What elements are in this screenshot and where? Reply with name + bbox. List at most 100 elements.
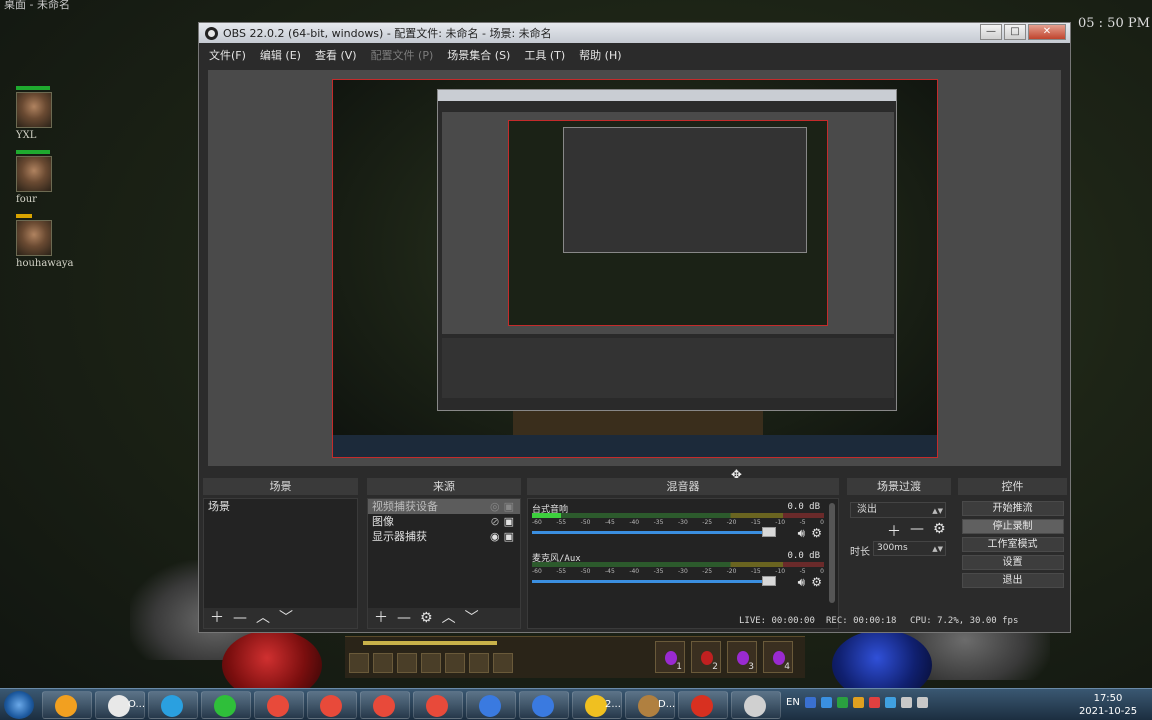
potion-slot[interactable]: 1 [655,641,685,673]
eye-hidden-icon[interactable]: ◎ [490,499,500,514]
party-member[interactable]: houhawaya [14,214,84,278]
party-member[interactable]: YXL [14,86,84,150]
scenes-list[interactable]: 场景 ＋ — ︿ ﹀ [203,498,358,629]
app-icon [426,695,448,717]
app-icon [691,695,713,717]
tray-app-icon[interactable] [868,697,880,708]
lock-icon[interactable]: ▣ [504,514,514,529]
skill-slot[interactable] [445,653,465,673]
stop-recording-button[interactable]: 停止录制 [961,519,1064,534]
menu-profile[interactable]: 配置文件 (P) [371,47,434,63]
channel-gear-icon[interactable]: ⚙ [811,575,822,590]
volume-slider[interactable] [532,580,776,583]
taskbar-app-button[interactable] [360,691,410,719]
obs-window[interactable]: OBS 22.0.2 (64-bit, windows) - 配置文件: 未命名… [198,22,1071,633]
party-member-portrait[interactable] [16,220,52,256]
taskbar-app-button[interactable]: O... [95,691,145,719]
source-item[interactable]: 图像 ⊘ ▣ [368,514,520,529]
app-icon [161,695,183,717]
add-transition-button[interactable]: ＋ [887,521,901,541]
meter-tick-label: -60 [532,568,542,575]
party-member-portrait[interactable] [16,92,52,128]
source-item[interactable]: 视频捕获设备 ◎ ▣ [368,499,520,514]
taskbar-app-button[interactable]: 2... [572,691,622,719]
taskbar-app-button[interactable] [519,691,569,719]
transition-gear-icon[interactable]: ⚙ [933,521,946,541]
skill-slot[interactable] [397,653,417,673]
menu-file[interactable]: 文件(F) [209,47,246,63]
volume-slider-handle[interactable] [762,527,776,537]
language-indicator[interactable]: EN [786,697,800,708]
taskbar-app-button[interactable] [201,691,251,719]
start-streaming-button[interactable]: 开始推流 [961,501,1064,516]
taskbar-app-button[interactable] [148,691,198,719]
close-button[interactable]: ✕ [1028,24,1066,40]
menu-scene-collection[interactable]: 场景集合 (S) [447,47,510,63]
skill-slot[interactable] [349,653,369,673]
speaker-icon[interactable]: 🔊︎ [798,575,806,590]
taskbar-app-button[interactable] [42,691,92,719]
party-member-name: YXL [16,130,37,141]
scene-item[interactable]: 场景 [204,499,357,514]
party-member-portrait[interactable] [16,156,52,192]
eye-icon[interactable]: ◉ [490,529,500,544]
skill-slot[interactable] [373,653,393,673]
app-icon [55,695,77,717]
lock-icon[interactable]: ▣ [504,499,514,514]
security-icon[interactable] [836,697,848,708]
window-title: OBS 22.0.2 (64-bit, windows) - 配置文件: 未命名… [223,27,552,40]
menu-help[interactable]: 帮助 (H) [579,47,621,63]
minimize-button[interactable]: — [980,24,1002,40]
preview-area[interactable] [208,70,1061,466]
mixer-scrollbar[interactable] [829,503,835,603]
menu-edit[interactable]: 编辑 (E) [260,47,301,63]
skill-slot[interactable] [421,653,441,673]
obs-titlebar[interactable]: OBS 22.0.2 (64-bit, windows) - 配置文件: 未命名… [199,23,1070,43]
volume-icon[interactable] [916,697,928,708]
start-button[interactable] [4,691,34,719]
maximize-button[interactable]: □ [1004,24,1026,40]
skill-slot[interactable] [469,653,489,673]
speaker-icon[interactable]: 🔊︎ [798,526,806,541]
lock-icon[interactable]: ▣ [504,529,514,544]
taskbar-app-button[interactable]: D... [625,691,675,719]
tray-app-icon[interactable] [884,697,896,708]
menu-tools[interactable]: 工具 (T) [524,47,565,63]
studio-mode-button[interactable]: 工作室模式 [961,537,1064,552]
taskbar-app-button[interactable] [678,691,728,719]
duration-input[interactable]: 300ms ▲▼ [873,541,946,556]
taskbar-clock[interactable]: 17:50 2021-10-25 [1078,692,1138,718]
taskbar-app-button[interactable] [466,691,516,719]
taskbar-app-button[interactable] [254,691,304,719]
volume-slider[interactable] [532,531,776,534]
app-icon [479,695,501,717]
tray-app-icon[interactable] [852,697,864,708]
settings-button[interactable]: 设置 [961,555,1064,570]
potion-slot[interactable]: 3 [727,641,757,673]
remove-transition-button[interactable]: — [910,521,924,541]
meter-tick-label: -35 [653,568,664,575]
party-panel: YXL four houhawaya [14,86,84,278]
sources-list[interactable]: 视频捕获设备 ◎ ▣ 图像 ⊘ ▣ 显示器捕获 ◉ ▣ ＋ — ⚙ ︿ ﹀ [367,498,521,629]
taskbar-app-button[interactable] [731,691,781,719]
network-icon[interactable] [900,697,912,708]
transition-select[interactable]: 淡出 ▲▼ [850,502,946,518]
party-member[interactable]: four [14,150,84,214]
menu-view[interactable]: 查看 (V) [315,47,357,63]
potion-slot[interactable]: 4 [763,641,793,673]
source-item[interactable]: 显示器捕获 ◉ ▣ [368,529,520,544]
meter-tick-label: -40 [629,519,640,526]
potion-slot[interactable]: 2 [691,641,721,673]
exit-button[interactable]: 退出 [961,573,1064,588]
spinner-icon[interactable]: ▲▼ [932,543,943,556]
help-icon[interactable] [804,697,816,708]
skill-slot[interactable] [493,653,513,673]
chevron-updown-icon: ▲▼ [932,507,943,515]
channel-gear-icon[interactable]: ⚙ [811,526,822,541]
taskbar-app-button[interactable] [307,691,357,719]
volume-slider-handle[interactable] [762,576,776,586]
shield-icon[interactable] [820,697,832,708]
eye-hidden-icon[interactable]: ⊘ [490,514,499,529]
taskbar-app-button[interactable] [413,691,463,719]
program-preview[interactable] [332,79,938,458]
